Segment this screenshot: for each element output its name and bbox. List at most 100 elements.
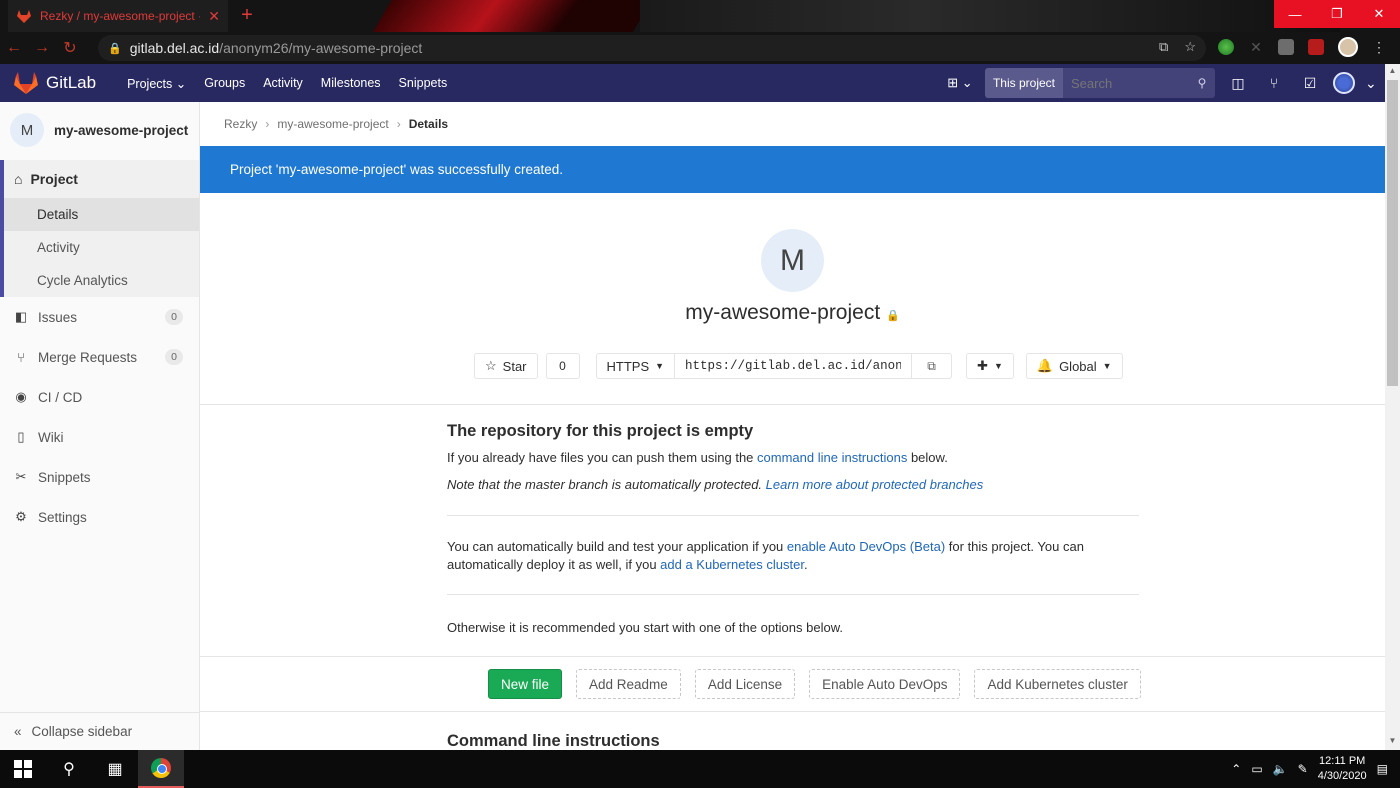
translate-icon[interactable]: ⧉ [1159, 39, 1168, 55]
extension-x-icon[interactable]: ✕ [1248, 39, 1264, 55]
clone-url-input[interactable] [675, 354, 912, 378]
search-scope-badge[interactable]: This project [984, 68, 1063, 98]
gitlab-logo[interactable]: GitLab [14, 72, 96, 94]
window-controls: — ❐ ✕ [1274, 0, 1400, 28]
browser-tab-bar: Rezky / my-awesome-project · GitLab ✕ + … [0, 0, 1400, 32]
breadcrumb-project[interactable]: my-awesome-project [277, 117, 388, 131]
notification-dropdown[interactable]: 🔔 Global ▼ [1025, 353, 1123, 379]
new-file-button[interactable]: New file [488, 669, 563, 699]
sidebar-item-settings[interactable]: ⚙ Settings [0, 497, 199, 537]
close-tab-icon[interactable]: ✕ [208, 8, 220, 25]
scroll-down-icon[interactable]: ▼ [1385, 736, 1400, 750]
new-dropdown-icon[interactable]: ⊞ ⌄ [945, 71, 975, 95]
sidebar-project-group: ⌂ Project Details Activity Cycle Analyti… [0, 160, 199, 297]
forward-icon[interactable]: → [28, 39, 56, 57]
breadcrumb: Rezky › my-awesome-project › Details [200, 102, 1385, 146]
nav-activity[interactable]: Activity [254, 76, 312, 91]
enable-auto-devops-button[interactable]: Enable Auto DevOps [809, 669, 961, 699]
star-button[interactable]: ☆ Star [474, 353, 538, 379]
close-window-icon[interactable]: ✕ [1358, 0, 1400, 28]
search-icon[interactable]: ⚲ [1189, 68, 1215, 98]
browser-menu-icon[interactable]: ⋮ [1372, 39, 1386, 56]
nav-projects[interactable]: Projects ⌄ [118, 76, 195, 91]
book-icon: ▯ [17, 429, 25, 444]
add-kubernetes-cluster-button[interactable]: Add Kubernetes cluster [974, 669, 1141, 699]
search-box: This project ⚲ [984, 68, 1215, 98]
merge-requests-icon[interactable]: ⑂ [1261, 75, 1287, 91]
sidebar-item-merge-requests[interactable]: ⑂ Merge Requests 0 [0, 337, 199, 377]
windows-start-icon[interactable] [0, 750, 46, 788]
extension-copy-icon[interactable] [1278, 39, 1294, 55]
merge-requests-count-badge: 0 [165, 349, 183, 365]
sidebar-subitem-cycle-analytics[interactable]: Cycle Analytics [4, 264, 199, 297]
reload-icon[interactable]: ↻ [56, 38, 84, 58]
gitlab-header: GitLab Projects ⌄ Groups Activity Milest… [0, 64, 1385, 102]
chevron-down-icon[interactable]: ⌄ [1365, 75, 1377, 92]
browser-profile-avatar[interactable] [1338, 37, 1358, 57]
browser-tab[interactable]: Rezky / my-awesome-project · GitLab ✕ [8, 0, 228, 32]
options-intro-text: Otherwise it is recommended you start wi… [447, 620, 843, 635]
main-content: Rezky › my-awesome-project › Details Pro… [200, 102, 1385, 750]
sidebar-project-name: my-awesome-project [54, 122, 189, 138]
user-avatar[interactable] [1333, 72, 1355, 94]
minimize-icon[interactable]: — [1274, 0, 1316, 28]
project-title: my-awesome-project 🔒 [685, 301, 900, 324]
sidebar-subitem-activity[interactable]: Activity [4, 231, 199, 264]
private-lock-icon: 🔒 [886, 310, 900, 322]
add-kubernetes-cluster-link[interactable]: add a Kubernetes cluster [660, 557, 804, 572]
enable-auto-devops-link[interactable]: enable Auto DevOps (Beta) [787, 539, 945, 554]
flash-notice: Project 'my-awesome-project' was success… [200, 146, 1385, 193]
breadcrumb-current[interactable]: Details [409, 117, 448, 131]
todos-icon[interactable]: ☑ [1297, 75, 1323, 92]
chrome-taskbar-icon[interactable] [138, 750, 184, 788]
search-icon[interactable]: ⚲ [46, 750, 92, 788]
sidebar-item-issues[interactable]: ◧ Issues 0 [0, 297, 199, 337]
page-scrollbar[interactable]: ▲ ▼ [1385, 64, 1400, 750]
breadcrumb-owner[interactable]: Rezky [224, 117, 257, 131]
scissors-icon: ✂ [15, 469, 27, 484]
sidebar-item-project[interactable]: ⌂ Project [4, 160, 199, 198]
pen-icon[interactable]: ✎ [1298, 762, 1308, 776]
clock[interactable]: 12:11 PM 4/30/2020 [1318, 754, 1367, 784]
system-tray: ⌃ ▭ 🔈 ✎ 12:11 PM 4/30/2020 ▤ [1231, 750, 1388, 788]
add-readme-button[interactable]: Add Readme [576, 669, 681, 699]
sidebar-item-wiki[interactable]: ▯ Wiki [0, 417, 199, 457]
divider [200, 711, 1385, 712]
sidebar-item-ci-cd[interactable]: ◉ CI / CD [0, 377, 199, 417]
volume-icon[interactable]: 🔈 [1273, 762, 1288, 776]
scrollbar-thumb[interactable] [1387, 80, 1398, 386]
scroll-up-icon[interactable]: ▲ [1385, 66, 1400, 80]
sidebar-item-snippets[interactable]: ✂ Snippets [0, 457, 199, 497]
rocket-icon: ◉ [15, 389, 27, 404]
extension-globe-icon[interactable] [1218, 39, 1234, 55]
protected-branches-link[interactable]: Learn more about protected branches [766, 477, 984, 492]
star-count[interactable]: 0 [545, 353, 580, 379]
divider [200, 656, 1385, 657]
extension-red-icon[interactable] [1308, 39, 1324, 55]
sidebar-subitem-details[interactable]: Details [4, 198, 199, 231]
bookmark-star-icon[interactable]: ☆ [1184, 39, 1196, 55]
clone-protocol-dropdown[interactable]: HTTPS ▼ [597, 354, 676, 378]
back-icon[interactable]: ← [0, 39, 28, 57]
nav-groups[interactable]: Groups [195, 76, 254, 91]
nav-snippets[interactable]: Snippets [390, 76, 457, 91]
sidebar-project-header[interactable]: M my-awesome-project [0, 102, 199, 158]
add-dropdown-button[interactable]: ✚ ▼ [966, 353, 1014, 379]
new-tab-icon[interactable]: + [236, 4, 258, 26]
caret-down-icon: ▼ [1102, 361, 1112, 371]
chevron-up-icon[interactable]: ⌃ [1231, 762, 1241, 776]
nav-milestones[interactable]: Milestones [312, 76, 390, 91]
address-bar[interactable]: 🔒 gitlab.del.ac.id/anonym26/my-awesome-p… [98, 35, 1206, 61]
caret-down-icon: ▼ [655, 361, 665, 371]
command-line-instructions-link[interactable]: command line instructions [757, 450, 907, 465]
notifications-icon[interactable]: ▤ [1377, 762, 1388, 776]
top-nav: Projects ⌄ Groups Activity Milestones Sn… [118, 76, 456, 91]
restore-icon[interactable]: ❐ [1316, 0, 1358, 28]
copy-url-icon[interactable]: ⧉ [911, 354, 951, 378]
sidebar-toggle-icon[interactable]: ◫ [1225, 75, 1251, 92]
collapse-sidebar-button[interactable]: « Collapse sidebar [0, 712, 199, 750]
task-view-icon[interactable]: ▦ [92, 750, 138, 788]
search-input[interactable] [1063, 68, 1189, 98]
battery-icon[interactable]: ▭ [1251, 762, 1262, 776]
add-license-button[interactable]: Add License [694, 669, 796, 699]
